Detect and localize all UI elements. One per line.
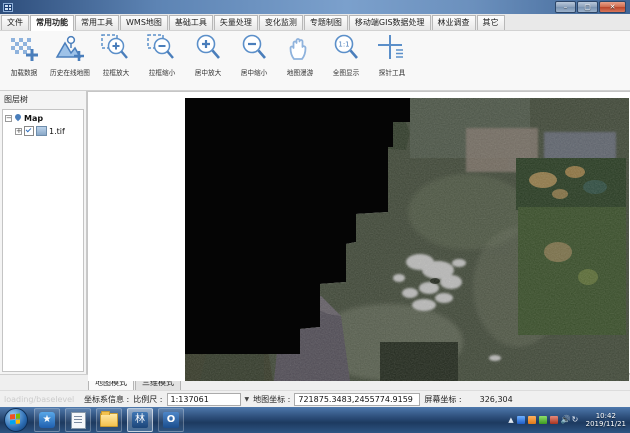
o-app-icon: O: [163, 412, 179, 428]
notepad-icon: [71, 412, 86, 429]
raster-layer-icon: [36, 126, 47, 136]
scale-input[interactable]: 1:137061: [167, 393, 241, 406]
tool-label: 拉框缩小: [149, 68, 176, 78]
box-zoom-out-icon: [146, 33, 178, 65]
load-data-icon: [8, 33, 40, 65]
tool-label: 探针工具: [379, 68, 406, 78]
taskbar-app-star[interactable]: ★: [34, 408, 60, 432]
svg-text:1:1: 1:1: [338, 41, 349, 49]
clock-date: 2019/11/21: [586, 420, 626, 428]
expand-icon[interactable]: +: [15, 128, 22, 135]
close-button[interactable]: ✕: [599, 1, 626, 13]
tool-label: 居中缩小: [241, 68, 268, 78]
tree-node-map[interactable]: − Map: [5, 114, 81, 123]
gis-app-icon: 林: [132, 412, 148, 428]
tray-green-icon[interactable]: [539, 416, 547, 424]
ribbon-tab-bar: 文件 常用功能 常用工具 WMS地图 基础工具 矢量处理 变化监测 专题制图 移…: [0, 14, 630, 31]
tab-common-functions[interactable]: 常用功能: [30, 15, 74, 31]
tray-ime-icon[interactable]: [528, 416, 536, 424]
tab-common-tools[interactable]: 常用工具: [75, 15, 119, 30]
taskbar-apps: ★ 林 O: [34, 408, 184, 432]
satellite-map-image: [88, 92, 629, 381]
full-extent-button[interactable]: 1:1 全图显示: [324, 33, 368, 85]
layer-visibility-checkbox[interactable]: [24, 126, 34, 136]
pan-hand-icon: [284, 33, 316, 65]
status-watermark: loading/baselevel: [4, 395, 80, 404]
tray-expand-icon[interactable]: ▲: [508, 416, 513, 424]
taskbar-app-o[interactable]: O: [158, 408, 184, 432]
tree-node-label: Map: [24, 114, 43, 123]
tool-label: 拉框放大: [103, 68, 130, 78]
collapse-icon[interactable]: −: [5, 115, 12, 122]
map-coord-value: 721875.3483,2455774.9159: [294, 393, 420, 406]
layer-tree-panel: 图层树 − Map + 1.tif: [0, 91, 87, 374]
folder-icon: [100, 413, 118, 427]
layer-tree: − Map + 1.tif: [2, 109, 84, 372]
full-extent-icon: 1:1: [330, 33, 362, 65]
star-app-icon: ★: [39, 412, 55, 428]
box-zoom-out-button[interactable]: 拉框缩小: [140, 33, 184, 85]
tab-basic-tools[interactable]: 基础工具: [169, 15, 213, 30]
application-window: – ▢ ✕ 文件 常用功能 常用工具 WMS地图 基础工具 矢量处理 变化监测 …: [0, 0, 630, 433]
scale-label: 比例尺 :: [133, 394, 162, 405]
tab-wms-map[interactable]: WMS地图: [120, 15, 168, 30]
box-zoom-in-icon: [100, 33, 132, 65]
probe-tool-button[interactable]: 探针工具: [370, 33, 414, 85]
tree-node-layer[interactable]: + 1.tif: [15, 126, 81, 136]
system-tray: ▲ 🔊 ↻ 10:42 2019/11/21: [508, 407, 628, 433]
tab-other[interactable]: 其它: [477, 15, 505, 30]
windows-logo-icon: [10, 413, 20, 424]
load-data-button[interactable]: 加载数据: [2, 33, 46, 85]
tab-file[interactable]: 文件: [1, 15, 29, 30]
maximize-button[interactable]: ▢: [577, 1, 598, 13]
tab-mobile-gis-processing[interactable]: 移动端GIS数据处理: [349, 15, 431, 30]
center-zoom-in-icon: [192, 33, 224, 65]
tab-thematic-mapping[interactable]: 专题制图: [304, 15, 348, 30]
window-controls: – ▢ ✕: [555, 1, 626, 13]
history-online-map-icon: [54, 33, 86, 65]
tray-blue-icon[interactable]: [517, 416, 525, 424]
start-button[interactable]: [4, 408, 28, 432]
taskbar-app-gis[interactable]: 林: [127, 408, 153, 432]
history-online-map-button[interactable]: 历史在线地图: [48, 33, 92, 85]
pan-button[interactable]: 地图漫游: [278, 33, 322, 85]
center-zoom-out-button[interactable]: 居中缩小: [232, 33, 276, 85]
clock-time: 10:42: [586, 412, 626, 420]
probe-tool-icon: [376, 33, 408, 65]
volume-icon[interactable]: 🔊: [561, 416, 569, 424]
box-zoom-in-button[interactable]: 拉框放大: [94, 33, 138, 85]
windows-taskbar: ★ 林 O ▲ 🔊 ↻ 10:42 2019/11/21: [0, 407, 630, 433]
tree-node-label: 1.tif: [49, 127, 65, 136]
coord-sys-label: 坐标系信息 :: [84, 394, 129, 405]
map-coord-label: 地图坐标 :: [253, 394, 290, 405]
app-window-icon: [3, 3, 13, 12]
tool-label: 居中放大: [195, 68, 222, 78]
map-viewport[interactable]: [87, 91, 630, 374]
layer-tree-title: 图层树: [0, 91, 86, 107]
taskbar-app-explorer[interactable]: [96, 408, 122, 432]
tool-label: 历史在线地图: [50, 68, 90, 78]
sync-icon[interactable]: ↻: [572, 416, 580, 424]
status-bar: loading/baselevel 坐标系信息 : 比例尺 : 1:137061…: [0, 390, 630, 407]
center-zoom-in-button[interactable]: 居中放大: [186, 33, 230, 85]
minimize-button[interactable]: –: [555, 1, 576, 13]
tab-change-monitoring[interactable]: 变化监测: [259, 15, 303, 30]
scale-dropdown-arrow-icon[interactable]: ▼: [245, 396, 250, 403]
taskbar-app-notepad[interactable]: [65, 408, 91, 432]
tray-red-icon[interactable]: [550, 416, 558, 424]
tab-vector-processing[interactable]: 矢量处理: [214, 15, 258, 30]
tab-forestry-survey[interactable]: 林业调查: [432, 15, 476, 30]
tool-label: 全图显示: [333, 68, 360, 78]
main-area: 图层树 − Map + 1.tif: [0, 91, 630, 374]
screen-coord-value: 326,304: [480, 395, 513, 404]
taskbar-clock[interactable]: 10:42 2019/11/21: [586, 412, 626, 428]
titlebar: – ▢ ✕: [0, 0, 630, 14]
tool-label: 地图漫游: [287, 68, 314, 78]
toolbar: 加载数据 历史在线地图 拉框放大: [0, 31, 630, 91]
screen-coord-label: 屏幕坐标 :: [424, 394, 461, 405]
map-node-icon: [14, 114, 22, 123]
tool-label: 加载数据: [11, 68, 38, 78]
center-zoom-out-icon: [238, 33, 270, 65]
